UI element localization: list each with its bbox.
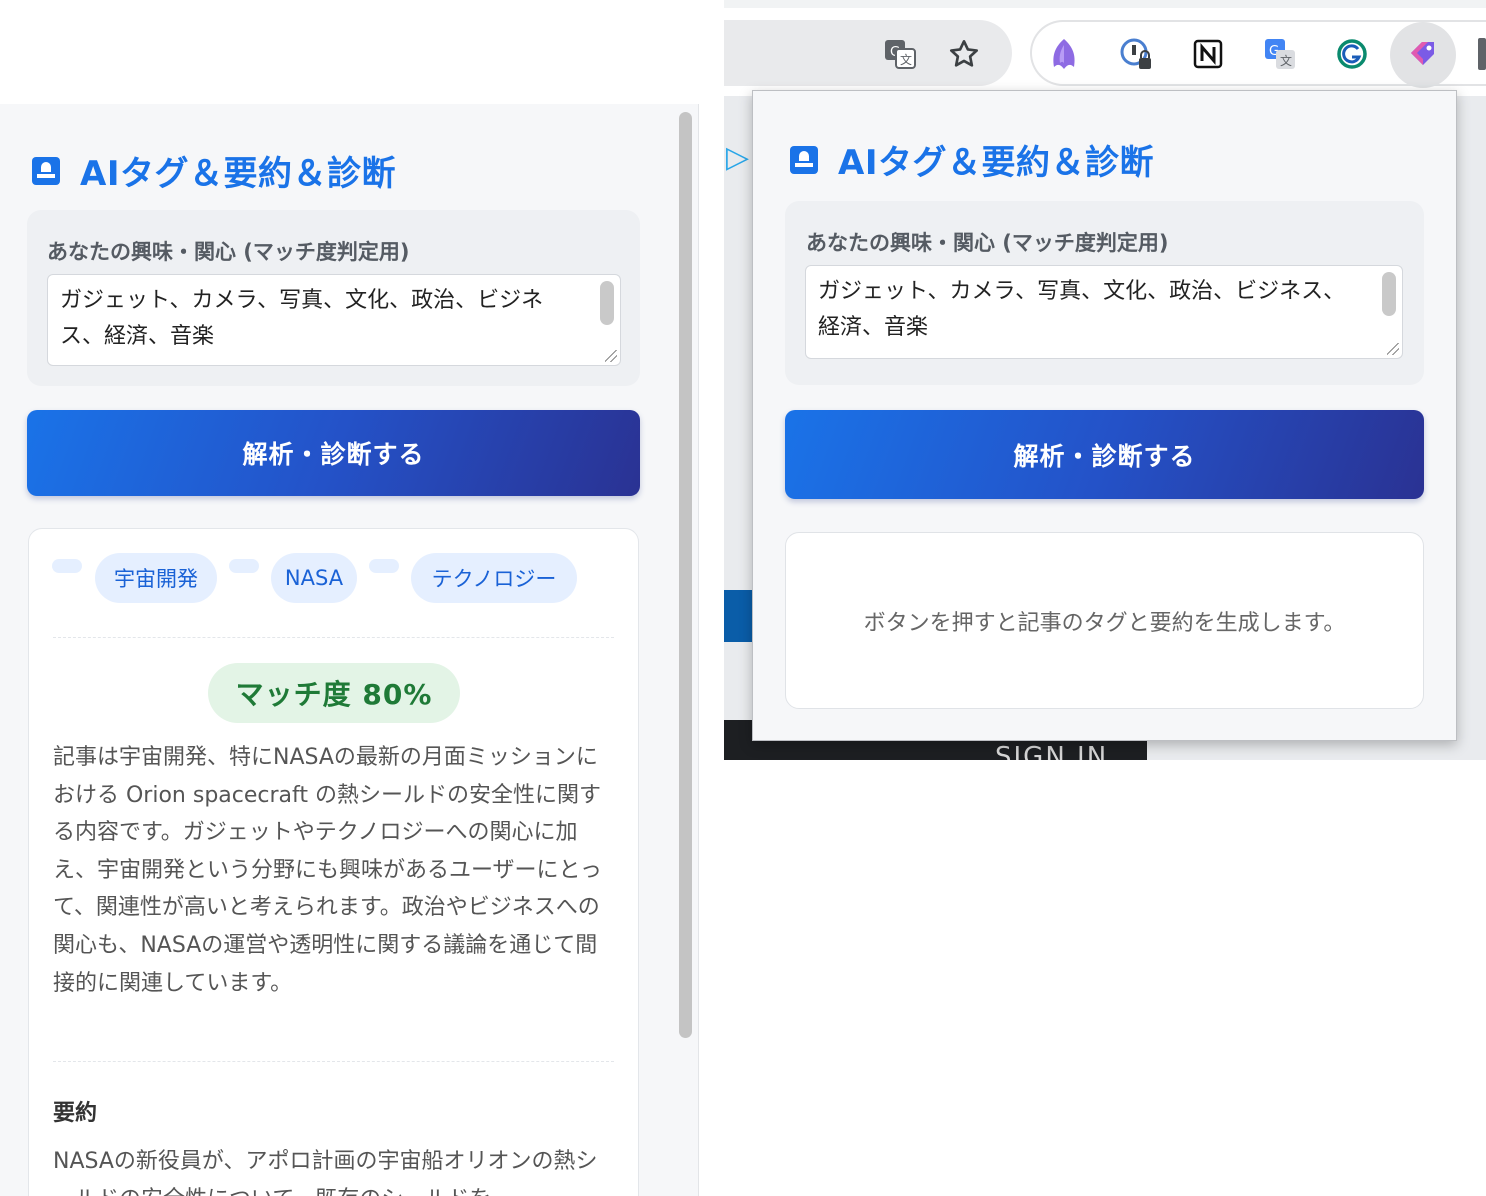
resize-grip-icon[interactable] (1387, 343, 1399, 355)
popup-header: AIタグ＆要約＆診断 (790, 135, 1154, 184)
popup-placeholder-message: ボタンを押すと記事のタグと要約を生成します。 (863, 610, 1346, 636)
match-badge: マッチ度 80% (208, 663, 460, 723)
match-description: 記事は宇宙開発、特にNASAの最新の月面ミッションにおける Orion spac… (53, 745, 602, 996)
toolbar-menu-edge (1478, 38, 1486, 70)
page-banner-fragment (724, 590, 752, 642)
google-translate-icon[interactable]: G文 (1262, 36, 1298, 72)
popup-interest-section: あなたの興味・関心 (マッチ度判定用) ガジェット、カメラ、写真、文化、政治、ビ… (785, 201, 1424, 385)
translate-icon[interactable]: G文 (882, 36, 918, 72)
tag-chip: 宇宙開発 (95, 553, 217, 603)
ghost-extension-icon[interactable] (1046, 36, 1082, 72)
app-title: AIタグ＆要約＆診断 (80, 154, 396, 194)
tag-placeholder (369, 559, 399, 573)
tag-chip: NASA (271, 553, 357, 603)
textarea-scrollbar[interactable] (600, 281, 614, 325)
svg-text:文: 文 (1280, 53, 1292, 68)
popup-interest-input[interactable]: ガジェット、カメラ、写真、文化、政治、ビジネス、経済、音楽 (805, 265, 1403, 359)
result-card: 宇宙開発 NASA テクノロジー マッチ度 80% 記事は宇宙開発、特にNASA… (28, 528, 639, 1196)
interest-input-value: ガジェット、カメラ、写真、文化、政治、ビジネス、経済、音楽 (60, 288, 544, 349)
popup-title: AIタグ＆要約＆診断 (838, 143, 1154, 183)
extension-popup: AIタグ＆要約＆診断 あなたの興味・関心 (マッチ度判定用) ガジェット、カメラ… (752, 90, 1457, 741)
divider (53, 637, 614, 638)
star-icon[interactable] (946, 36, 982, 72)
popup-interest-label: あなたの興味・関心 (マッチ度判定用) (806, 231, 1169, 255)
popup-empty-state: ボタンを押すと記事のタグと要約を生成します。 (785, 532, 1424, 709)
app-logo-icon (32, 156, 60, 185)
panel-scrollbar-thumb[interactable] (679, 112, 692, 1038)
lock-info-extension-icon[interactable] (1118, 36, 1154, 72)
page-logo-fragment-icon: ▷ (726, 140, 750, 175)
grammar-extension-icon[interactable] (1334, 36, 1370, 72)
page-sign-in-link[interactable]: SIGN IN (995, 742, 1108, 760)
browser-tab-strip (724, 0, 1486, 8)
side-panel: AIタグ＆要約＆診断 あなたの興味・関心 (マッチ度判定用) ガジェット、カメラ… (0, 104, 699, 1196)
app-header: AIタグ＆要約＆診断 (32, 146, 396, 195)
app-logo-icon (790, 145, 818, 174)
textarea-scrollbar[interactable] (1382, 272, 1396, 316)
popup-analyze-button[interactable]: 解析・診断する (785, 410, 1424, 499)
tag-placeholder (52, 559, 82, 573)
summary-text: NASAの新役員が、アポロ計画の宇宙船オリオンの熱シールドの安全性について、既存… (53, 1149, 598, 1196)
interest-label: あなたの興味・関心 (マッチ度判定用) (47, 240, 410, 264)
divider (53, 1061, 614, 1062)
svg-text:文: 文 (900, 52, 912, 67)
tag-chip: テクノロジー (411, 553, 577, 603)
popup-interest-input-value: ガジェット、カメラ、写真、文化、政治、ビジネス、経済、音楽 (818, 279, 1346, 340)
summary-heading: 要約 (53, 1101, 98, 1126)
analyze-button[interactable]: 解析・診断する (27, 410, 640, 496)
tag-extension-icon[interactable] (1405, 36, 1441, 72)
interest-input[interactable]: ガジェット、カメラ、写真、文化、政治、ビジネス、経済、音楽 (47, 274, 621, 366)
interest-section: あなたの興味・関心 (マッチ度判定用) ガジェット、カメラ、写真、文化、政治、ビ… (27, 210, 640, 386)
tag-placeholder (229, 559, 259, 573)
notion-icon[interactable] (1190, 36, 1226, 72)
resize-grip-icon[interactable] (605, 350, 617, 362)
